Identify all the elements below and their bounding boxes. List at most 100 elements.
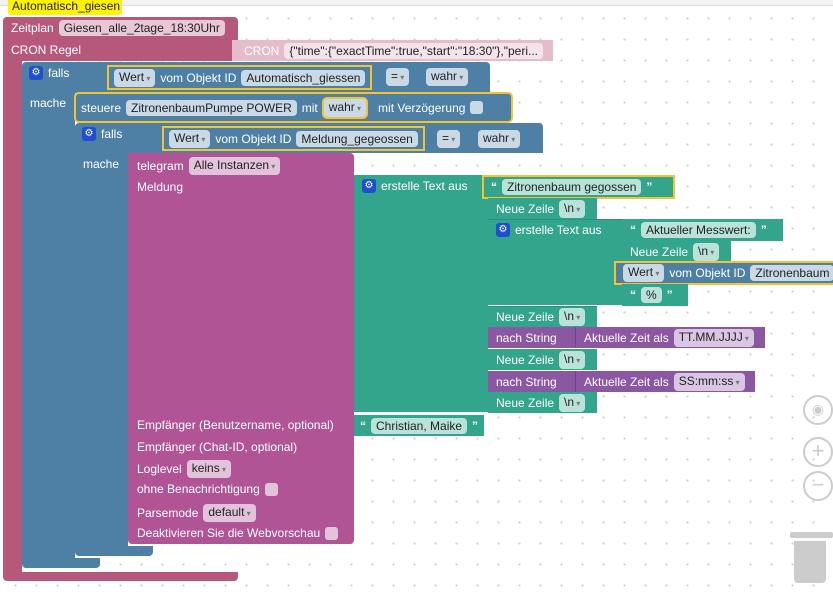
text-join-2-header: ⚙ erstelle Text aus [496,223,602,237]
time-format-dropdown[interactable]: SS:mm:ss [673,372,745,391]
cron-rule-label: CRON Regel [11,43,82,57]
newline-dropdown[interactable]: \n [559,350,586,369]
text-field[interactable]: % [641,287,662,303]
to-string-label: nach String [496,330,557,345]
quote-open: “ [630,223,636,237]
from-object-label: vom Objekt ID [160,70,237,85]
recipient-user-field[interactable]: Christian, Maike [371,417,468,434]
text-field[interactable]: Aktueller Messwert: [641,222,756,238]
bool-dropdown[interactable]: wahr [478,130,521,148]
text-join-1-header: ⚙ erstelle Text aus [362,179,468,193]
to-string-block[interactable]: nach String [488,327,576,348]
text-block-title[interactable]: “ Zitronenbaum gegossen ” [482,175,675,199]
instance-dropdown[interactable]: Alle Instanzen [188,157,281,175]
get-value-block-2[interactable]: Wert vom Objekt ID Meldung_gegeossen [162,126,425,151]
gear-icon[interactable]: ⚙ [29,66,43,80]
schedule-label: Zeitplan [11,21,54,35]
quote-open: “ [491,180,497,194]
silent-checkbox[interactable] [264,482,278,496]
to-string-label: nach String [496,374,557,389]
with-label: mit [301,100,318,115]
newline-dropdown[interactable]: \n [559,393,586,412]
if2-mache: mache [83,157,120,171]
cron-block[interactable]: CRON {"time":{"exactTime":true,"start":"… [232,40,553,61]
text-field[interactable]: Zitronenbaum gegossen [502,179,642,195]
value-dropdown[interactable]: Wert [114,68,156,87]
recipient-chat-label: Empfänger (Chat-ID, optional) [137,440,298,454]
cron-value-field[interactable]: {"time":{"exactTime":true,"start":"18:30… [284,42,544,59]
if2-falls: falls [101,127,123,141]
if2-header: ⚙ falls [82,127,122,141]
telegram-label: telegram [137,159,184,173]
object-id-field[interactable]: Meldung_gegeossen [296,130,418,147]
from-object-label: vom Objekt ID [669,266,746,280]
text-block-measure[interactable]: “ Aktueller Messwert: ” [622,219,783,241]
quote-open: “ [360,418,366,433]
text-join-2-label: erstelle Text aus [515,223,602,237]
newline-label: Neue Zeile [496,395,555,410]
control-object-field[interactable]: ZitronenbaumPumpe POWER [126,99,297,116]
parsemode-label: Parsemode [137,506,199,520]
delay-label: mit Verzögerung [378,100,466,115]
text-join-block-1[interactable] [354,175,488,412]
schedule-row: Zeitplan Giesen_alle_2tage_18:30Uhr [11,20,225,36]
gear-icon[interactable]: ⚙ [82,127,96,141]
gear-icon[interactable]: ⚙ [496,223,510,237]
newline-dropdown[interactable]: \n [693,242,720,261]
newline-dropdown[interactable]: \n [559,308,586,326]
newline-dropdown[interactable]: \n [559,199,586,218]
current-time-block[interactable]: Aktuelle Zeit als SS:mm:ss [575,371,755,392]
newline-block[interactable]: Neue Zeile \n [488,306,597,327]
quote-open: “ [630,288,636,302]
newline-label: Neue Zeile [630,244,689,259]
value-dropdown[interactable]: Wert [623,264,665,282]
get-value-block-1[interactable]: Wert vom Objekt ID Automatisch_giessen [106,65,373,90]
schedule-arm [3,60,22,575]
if-block-2-arm [75,152,128,550]
bool-dropdown[interactable]: wahr [426,68,469,86]
date-format-dropdown[interactable]: TT.MM.JJJJ [673,328,754,347]
if1-mache: mache [30,96,67,110]
newline-block[interactable]: Neue Zeile \n [488,349,597,370]
to-string-block[interactable]: nach String [488,371,576,392]
delay-checkbox[interactable] [470,101,484,114]
operator-dropdown[interactable]: = [437,130,461,148]
object-id-field[interactable]: Zitronenbaum [750,265,833,281]
operator-dropdown[interactable]: = [386,68,410,86]
control-value-dropdown[interactable]: wahr [321,96,369,119]
block-comment-tab[interactable]: Automatisch_giesen [8,0,122,15]
if-block-1-bottom [22,558,100,568]
recipient-user-label: Empfänger (Benutzername, optional) [137,418,334,432]
time-label: Aktuelle Zeit als [584,330,669,345]
if-block-2-bottom [75,546,153,556]
cron-label: CRON [244,43,280,58]
from-object-label: vom Objekt ID [215,131,292,146]
loglevel-dropdown[interactable]: keins [186,460,231,478]
trash-icon[interactable] [790,530,833,585]
disable-preview-checkbox[interactable] [325,526,339,540]
newline-block[interactable]: Neue Zeile \n [488,392,597,413]
loglevel-label: Loglevel [137,462,182,476]
if-block-1-arm [22,92,75,562]
parsemode-dropdown[interactable]: default [203,504,256,522]
value-dropdown[interactable]: Wert [169,129,211,148]
time-label: Aktuelle Zeit als [584,374,669,389]
gear-icon[interactable]: ⚙ [362,179,376,193]
newline-block[interactable]: Neue Zeile \n [622,241,731,262]
zoom-out-icon[interactable]: − [803,471,833,501]
quote-close: ” [760,223,767,237]
text-block-recipient[interactable]: “ Christian, Maike ” [354,415,485,436]
if1-header: ⚙ falls [29,66,69,80]
control-block[interactable]: steuere ZitronenbaumPumpe POWER mit wahr… [74,92,513,123]
object-id-field[interactable]: Automatisch_giessen [241,69,366,86]
target-icon[interactable]: ◉ [803,395,833,425]
text-block-percent[interactable]: “ % ” [622,284,688,306]
zoom-in-icon[interactable]: + [803,437,833,467]
schedule-name-field[interactable]: Giesen_alle_2tage_18:30Uhr [58,20,225,36]
silent-label: ohne Benachrichtigung [137,482,260,496]
schedule-bottom [3,572,238,581]
current-time-block[interactable]: Aktuelle Zeit als TT.MM.JJJJ [575,327,765,348]
newline-block[interactable]: Neue Zeile \n [488,198,597,219]
text-join-1-label: erstelle Text aus [381,179,468,193]
get-value-block-3[interactable]: Wert vom Objekt ID Zitronenbaum [614,261,833,285]
